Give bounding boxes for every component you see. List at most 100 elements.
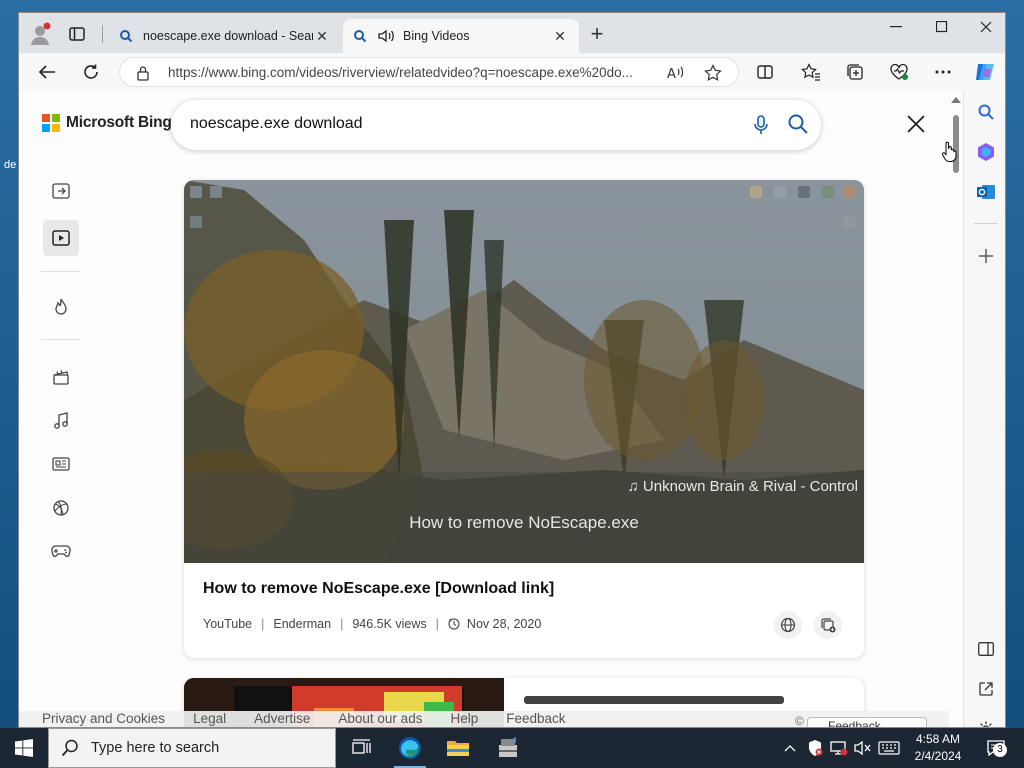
lock-icon[interactable] xyxy=(136,65,150,86)
tab-bar: noescape.exe download - Search ✕ Bing Vi… xyxy=(19,13,1005,53)
sidebar-outlook-icon[interactable] xyxy=(974,180,998,204)
more-menu-icon[interactable] xyxy=(929,59,957,85)
trending-flame-icon[interactable] xyxy=(43,289,79,325)
news-icon[interactable] xyxy=(43,446,79,482)
minimize-button[interactable] xyxy=(873,13,919,41)
app-taskbar-icon[interactable] xyxy=(484,728,532,768)
meta-divider: | xyxy=(435,617,439,631)
nav-divider xyxy=(41,339,81,340)
back-button[interactable] xyxy=(33,59,61,85)
show-hidden-icons-chevron-icon[interactable] xyxy=(780,728,800,768)
profile-icon[interactable] xyxy=(27,21,53,47)
gaming-controller-icon[interactable] xyxy=(43,533,79,569)
windows-taskbar: Type here to search 4:58 AM 2/4/2024 3 xyxy=(0,728,1024,768)
copilot-icon[interactable] xyxy=(971,59,999,85)
meta-divider: | xyxy=(340,617,344,631)
favorites-icon[interactable] xyxy=(797,59,825,85)
bing-brand[interactable]: Microsoft Bing xyxy=(42,114,172,132)
favorite-star-icon[interactable] xyxy=(704,64,722,87)
vertical-tabs-icon[interactable] xyxy=(67,24,87,44)
tab-bing-videos[interactable]: Bing Videos ✕ xyxy=(343,19,579,53)
page-content: Microsoft Bing noescape.exe download ♫ U… xyxy=(19,91,963,728)
expand-sidebar-icon[interactable] xyxy=(43,173,79,209)
related-video-title[interactable] xyxy=(524,696,784,704)
keyboard-icon[interactable] xyxy=(876,728,902,768)
scroll-up-arrow-icon[interactable] xyxy=(951,97,961,103)
clock-icon xyxy=(448,618,460,630)
tab-search[interactable]: noescape.exe download - Search ✕ xyxy=(109,19,341,53)
edge-taskbar-icon[interactable] xyxy=(386,728,434,768)
start-button[interactable] xyxy=(0,728,48,768)
sidebar-settings-icon[interactable] xyxy=(974,717,998,727)
feedback-button[interactable]: Feedback xyxy=(807,717,927,727)
page-scrollbar[interactable] xyxy=(949,91,963,727)
sidebar-divider xyxy=(974,223,998,224)
edge-sidebar xyxy=(963,91,1005,727)
videos-nav-icon[interactable] xyxy=(43,220,79,256)
search-input[interactable]: noescape.exe download xyxy=(190,115,363,133)
music-credit: ♫ Unknown Brain & Rival - Control xyxy=(627,478,858,495)
movies-clapper-icon[interactable] xyxy=(43,359,79,395)
footer-link-privacy[interactable]: Privacy and Cookies xyxy=(42,711,165,726)
nav-divider xyxy=(41,271,81,272)
globe-icon[interactable] xyxy=(774,611,802,639)
thumbnail-title: How to remove NoEscape.exe xyxy=(409,513,639,532)
desktop-icon-label: de xyxy=(4,159,17,171)
close-tab-icon[interactable]: ✕ xyxy=(551,27,569,45)
security-shield-icon[interactable] xyxy=(804,728,826,768)
search-icon xyxy=(119,29,133,43)
video-card[interactable]: ♫ Unknown Brain & Rival - Control How to… xyxy=(184,180,864,658)
clock-time: 4:58 AM xyxy=(915,732,961,746)
svg-text:A: A xyxy=(667,67,676,82)
sports-ball-icon[interactable] xyxy=(43,490,79,526)
footer-link-advertise[interactable]: Advertise xyxy=(254,711,310,726)
search-icon xyxy=(61,739,79,757)
browser-essentials-icon[interactable] xyxy=(885,59,913,85)
url-text[interactable]: https://www.bing.com/videos/riverview/re… xyxy=(168,65,656,80)
brand-name: Microsoft Bing xyxy=(66,114,172,131)
video-title[interactable]: How to remove NoEscape.exe [Download lin… xyxy=(203,580,554,598)
video-channel[interactable]: Enderman xyxy=(273,617,331,631)
address-bar[interactable]: https://www.bing.com/videos/riverview/re… xyxy=(119,57,739,87)
search-box[interactable]: noescape.exe download xyxy=(171,100,821,150)
clock-date: 2/4/2024 xyxy=(914,749,962,763)
close-tab-icon[interactable]: ✕ xyxy=(313,27,331,45)
browser-window: noescape.exe download - Search ✕ Bing Vi… xyxy=(18,12,1006,728)
footer-link-help[interactable]: Help xyxy=(450,711,478,726)
taskbar-search-placeholder[interactable]: Type here to search xyxy=(91,740,219,756)
search-icon[interactable] xyxy=(787,113,809,140)
close-video-viewer-button[interactable] xyxy=(905,113,927,135)
footer-link-legal[interactable]: Legal xyxy=(193,711,226,726)
maximize-button[interactable] xyxy=(919,13,965,41)
close-window-button[interactable] xyxy=(963,13,1005,41)
split-screen-icon[interactable] xyxy=(751,59,779,85)
sidebar-add-icon[interactable] xyxy=(974,244,998,268)
read-aloud-icon[interactable]: A xyxy=(666,64,686,87)
volume-muted-icon[interactable] xyxy=(852,728,874,768)
taskbar-clock[interactable]: 4:58 AM 2/4/2024 xyxy=(906,731,970,765)
copyright-text: © xyxy=(795,714,804,728)
footer-link-about-ads[interactable]: About our ads xyxy=(338,711,422,726)
sidebar-copilot-icon[interactable] xyxy=(974,140,998,164)
microsoft-logo-icon xyxy=(42,114,60,132)
network-icon[interactable] xyxy=(828,728,850,768)
music-note-icon[interactable] xyxy=(43,403,79,439)
microphone-icon[interactable] xyxy=(752,114,770,141)
speaker-icon[interactable] xyxy=(377,28,395,44)
task-view-button[interactable] xyxy=(338,728,386,768)
refresh-button[interactable] xyxy=(77,59,105,85)
sidebar-search-icon[interactable] xyxy=(974,100,998,124)
footer-link-feedback[interactable]: Feedback xyxy=(506,711,565,726)
collections-icon[interactable] xyxy=(841,59,869,85)
mouse-cursor-icon xyxy=(941,141,957,168)
browser-toolbar: https://www.bing.com/videos/riverview/re… xyxy=(19,53,1005,91)
video-source: YouTube xyxy=(203,617,253,631)
new-tab-button[interactable]: + xyxy=(587,23,607,45)
tab-separator xyxy=(102,25,103,43)
add-to-collection-icon[interactable] xyxy=(814,611,842,639)
sidebar-open-external-icon[interactable] xyxy=(974,677,998,701)
taskbar-search-box[interactable]: Type here to search xyxy=(48,728,336,768)
file-explorer-taskbar-icon[interactable] xyxy=(434,728,482,768)
notification-center-icon[interactable]: 3 xyxy=(980,728,1012,768)
sidebar-panel-icon[interactable] xyxy=(974,637,998,661)
